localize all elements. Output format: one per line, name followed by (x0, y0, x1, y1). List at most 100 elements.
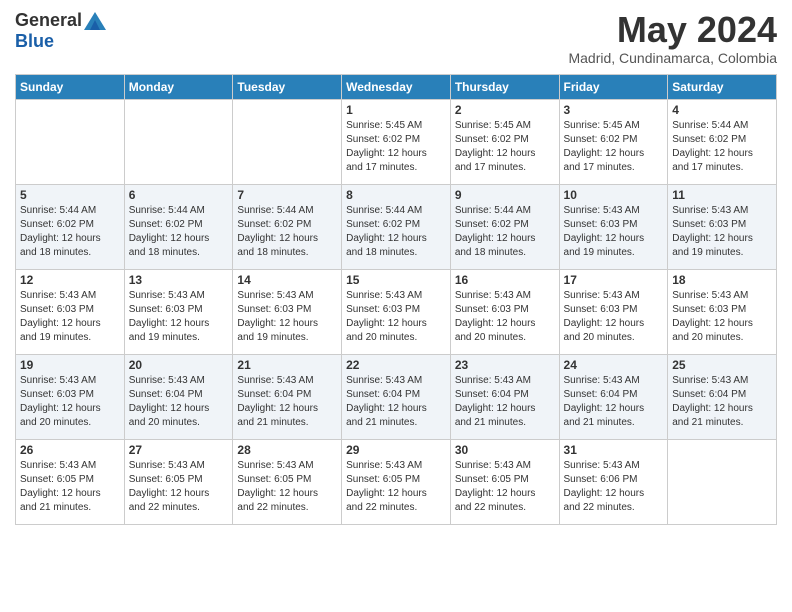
day-info: Sunrise: 5:43 AM Sunset: 6:03 PM Dayligh… (346, 289, 446, 345)
day-number: 6 (129, 188, 229, 202)
day-info: Sunrise: 5:43 AM Sunset: 6:04 PM Dayligh… (346, 374, 446, 430)
calendar-week-row: 12 Sunrise: 5:43 AM Sunset: 6:03 PM Dayli… (16, 269, 777, 354)
logo-text: General (15, 10, 106, 31)
day-info: Sunrise: 5:43 AM Sunset: 6:03 PM Dayligh… (564, 204, 664, 260)
day-number: 24 (564, 358, 664, 372)
day-number: 5 (20, 188, 120, 202)
day-info: Sunrise: 5:44 AM Sunset: 6:02 PM Dayligh… (237, 204, 337, 260)
day-info: Sunrise: 5:43 AM Sunset: 6:05 PM Dayligh… (346, 459, 446, 515)
table-row: 18Sunrise: 5:43 AM Sunset: 6:03 PM Dayli… (668, 269, 777, 354)
day-info: Sunrise: 5:44 AM Sunset: 6:02 PM Dayligh… (129, 204, 229, 260)
day-number: 11 (672, 188, 772, 202)
day-info: Sunrise: 5:43 AM Sunset: 6:05 PM Dayligh… (237, 459, 337, 515)
table-row: 5 Sunrise: 5:44 AM Sunset: 6:02 PM Daylig… (16, 184, 125, 269)
logo-blue-text: Blue (15, 31, 54, 52)
day-info: Sunrise: 5:43 AM Sunset: 6:05 PM Dayligh… (455, 459, 555, 515)
day-number: 30 (455, 443, 555, 457)
day-info: Sunrise: 5:43 AM Sunset: 6:04 PM Dayligh… (455, 374, 555, 430)
day-info: Sunrise: 5:43 AM Sunset: 6:03 PM Dayligh… (672, 289, 772, 345)
day-number: 17 (564, 273, 664, 287)
day-number: 21 (237, 358, 337, 372)
logo: General Blue (15, 10, 106, 52)
day-number: 15 (346, 273, 446, 287)
day-info: Sunrise: 5:43 AM Sunset: 6:05 PM Dayligh… (20, 459, 120, 515)
calendar-week-row: 19 Sunrise: 5:43 AM Sunset: 6:03 PM Dayli… (16, 354, 777, 439)
day-number: 29 (346, 443, 446, 457)
day-number: 20 (129, 358, 229, 372)
day-number: 8 (346, 188, 446, 202)
table-row: 9Sunrise: 5:44 AM Sunset: 6:02 PM Daylig… (450, 184, 559, 269)
table-row: 12 Sunrise: 5:43 AM Sunset: 6:03 PM Dayli… (16, 269, 125, 354)
table-row: 27Sunrise: 5:43 AM Sunset: 6:05 PM Dayli… (124, 439, 233, 524)
table-row: 29 Sunrise: 5:43 AM Sunset: 6:05 PM Dayli… (342, 439, 451, 524)
table-row: 1 Sunrise: 5:45 AM Sunset: 6:02 PM Daylig… (342, 99, 451, 184)
logo-triangle-icon (84, 12, 106, 30)
table-row: 10 Sunrise: 5:43 AM Sunset: 6:03 PM Dayli… (559, 184, 668, 269)
day-info: Sunrise: 5:43 AM Sunset: 6:04 PM Dayligh… (237, 374, 337, 430)
table-row: 19 Sunrise: 5:43 AM Sunset: 6:03 PM Dayli… (16, 354, 125, 439)
day-info: Sunrise: 5:45 AM Sunset: 6:02 PM Dayligh… (564, 119, 664, 175)
table-row: 28 Sunrise: 5:43 AM Sunset: 6:05 PM Dayli… (233, 439, 342, 524)
calendar-table: Sunday Monday Tuesday Wednesday Thursday… (15, 74, 777, 525)
day-number: 25 (672, 358, 772, 372)
day-number: 12 (20, 273, 120, 287)
day-info: Sunrise: 5:44 AM Sunset: 6:02 PM Dayligh… (346, 204, 446, 260)
table-row: 13 Sunrise: 5:43 AM Sunset: 6:03 PM Dayli… (124, 269, 233, 354)
table-row: 23Sunrise: 5:43 AM Sunset: 6:04 PM Dayli… (450, 354, 559, 439)
day-info: Sunrise: 5:43 AM Sunset: 6:03 PM Dayligh… (672, 204, 772, 260)
col-sunday: Sunday (16, 74, 125, 99)
location-subtitle: Madrid, Cundinamarca, Colombia (568, 50, 777, 66)
table-row (16, 99, 125, 184)
table-row: 25Sunrise: 5:43 AM Sunset: 6:04 PM Dayli… (668, 354, 777, 439)
col-thursday: Thursday (450, 74, 559, 99)
calendar-week-row: 1 Sunrise: 5:45 AM Sunset: 6:02 PM Daylig… (16, 99, 777, 184)
day-info: Sunrise: 5:45 AM Sunset: 6:02 PM Dayligh… (455, 119, 555, 175)
table-row (124, 99, 233, 184)
table-row: 15 Sunrise: 5:43 AM Sunset: 6:03 PM Dayli… (342, 269, 451, 354)
table-row: 6 Sunrise: 5:44 AM Sunset: 6:02 PM Daylig… (124, 184, 233, 269)
title-section: May 2024 Madrid, Cundinamarca, Colombia (568, 10, 777, 66)
logo-general: General (15, 10, 82, 31)
day-number: 10 (564, 188, 664, 202)
table-row: 21 Sunrise: 5:43 AM Sunset: 6:04 PM Dayli… (233, 354, 342, 439)
day-number: 13 (129, 273, 229, 287)
day-info: Sunrise: 5:45 AM Sunset: 6:02 PM Dayligh… (346, 119, 446, 175)
day-info: Sunrise: 5:43 AM Sunset: 6:03 PM Dayligh… (237, 289, 337, 345)
day-number: 28 (237, 443, 337, 457)
table-row: 22Sunrise: 5:43 AM Sunset: 6:04 PM Dayli… (342, 354, 451, 439)
col-saturday: Saturday (668, 74, 777, 99)
day-info: Sunrise: 5:43 AM Sunset: 6:06 PM Dayligh… (564, 459, 664, 515)
day-info: Sunrise: 5:43 AM Sunset: 6:03 PM Dayligh… (20, 289, 120, 345)
day-number: 1 (346, 103, 446, 117)
table-row: 7 Sunrise: 5:44 AM Sunset: 6:02 PM Daylig… (233, 184, 342, 269)
day-info: Sunrise: 5:44 AM Sunset: 6:02 PM Dayligh… (20, 204, 120, 260)
day-number: 3 (564, 103, 664, 117)
day-info: Sunrise: 5:43 AM Sunset: 6:03 PM Dayligh… (20, 374, 120, 430)
day-number: 2 (455, 103, 555, 117)
table-row: 26 Sunrise: 5:43 AM Sunset: 6:05 PM Dayli… (16, 439, 125, 524)
table-row: 2 Sunrise: 5:45 AM Sunset: 6:02 PM Daylig… (450, 99, 559, 184)
day-info: Sunrise: 5:43 AM Sunset: 6:03 PM Dayligh… (455, 289, 555, 345)
table-row (668, 439, 777, 524)
header: General Blue May 2024 Madrid, Cundinamar… (15, 10, 777, 66)
calendar-week-row: 26 Sunrise: 5:43 AM Sunset: 6:05 PM Dayli… (16, 439, 777, 524)
table-row: 20 Sunrise: 5:43 AM Sunset: 6:04 PM Dayli… (124, 354, 233, 439)
table-row: 30 Sunrise: 5:43 AM Sunset: 6:05 PM Dayli… (450, 439, 559, 524)
month-year-title: May 2024 (568, 10, 777, 50)
day-number: 14 (237, 273, 337, 287)
table-row: 3 Sunrise: 5:45 AM Sunset: 6:02 PM Daylig… (559, 99, 668, 184)
day-number: 26 (20, 443, 120, 457)
table-row: 14 Sunrise: 5:43 AM Sunset: 6:03 PM Dayli… (233, 269, 342, 354)
day-info: Sunrise: 5:43 AM Sunset: 6:04 PM Dayligh… (564, 374, 664, 430)
day-number: 16 (455, 273, 555, 287)
day-number: 19 (20, 358, 120, 372)
table-row: 4Sunrise: 5:44 AM Sunset: 6:02 PM Daylig… (668, 99, 777, 184)
day-info: Sunrise: 5:43 AM Sunset: 6:03 PM Dayligh… (129, 289, 229, 345)
day-number: 7 (237, 188, 337, 202)
table-row: 31Sunrise: 5:43 AM Sunset: 6:06 PM Dayli… (559, 439, 668, 524)
table-row: 11 Sunrise: 5:43 AM Sunset: 6:03 PM Dayli… (668, 184, 777, 269)
table-row: 16 Sunrise: 5:43 AM Sunset: 6:03 PM Dayli… (450, 269, 559, 354)
page-container: General Blue May 2024 Madrid, Cundinamar… (0, 0, 792, 540)
table-row: 24 Sunrise: 5:43 AM Sunset: 6:04 PM Dayli… (559, 354, 668, 439)
day-info: Sunrise: 5:43 AM Sunset: 6:04 PM Dayligh… (129, 374, 229, 430)
